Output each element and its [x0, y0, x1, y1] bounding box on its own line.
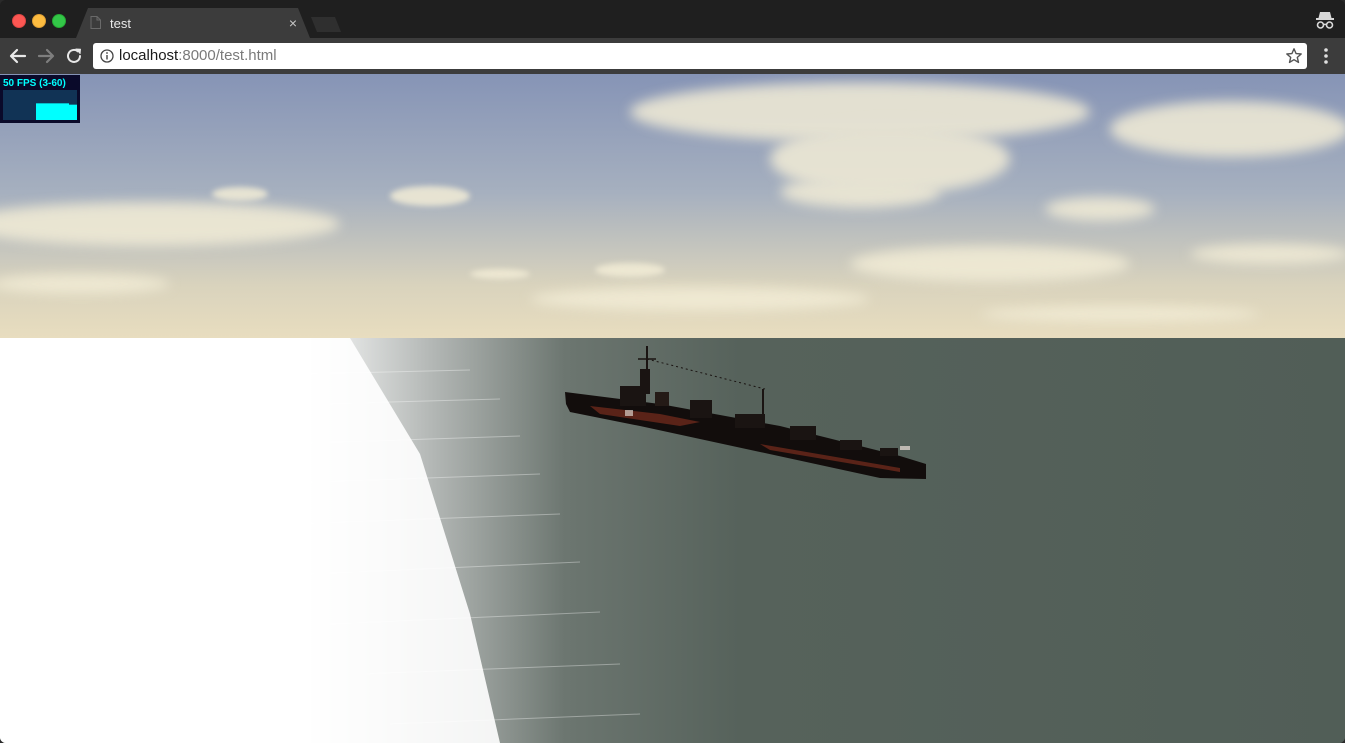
fps-graph-bar	[55, 103, 56, 120]
fps-graph-bar	[44, 103, 45, 120]
info-icon[interactable]	[100, 49, 114, 63]
fps-graph-bar	[45, 103, 46, 120]
fps-graph-bar	[70, 104, 71, 120]
browser-toolbar: localhost:8000/test.html	[0, 38, 1345, 74]
fps-graph-bar	[51, 103, 52, 120]
fps-graph-bar	[69, 104, 70, 120]
fps-graph-bar	[52, 103, 53, 120]
url-host: localhost	[119, 47, 179, 64]
tab-close-button[interactable]: ×	[284, 14, 302, 32]
new-tab-button[interactable]	[311, 17, 341, 32]
fps-graph-bar	[67, 103, 68, 120]
fps-graph-bar	[37, 103, 38, 120]
fps-graph-bar	[71, 104, 72, 120]
tab-test[interactable]: test ×	[76, 8, 310, 38]
fps-graph-bar	[62, 103, 63, 120]
fps-graph-bar	[64, 103, 65, 120]
fps-stats-panel[interactable]: 50 FPS (3-60)	[0, 75, 80, 123]
url-text[interactable]: localhost:8000/test.html	[119, 47, 277, 64]
back-button[interactable]	[6, 44, 30, 68]
fps-graph-bar	[65, 103, 66, 120]
fps-graph-bar	[42, 103, 43, 120]
fps-graph-bar	[66, 103, 67, 120]
kebab-menu-icon[interactable]	[1318, 46, 1334, 66]
fps-graph-bar	[53, 103, 54, 120]
fps-graph-bar	[76, 104, 77, 120]
window-maximize-button[interactable]	[52, 14, 66, 28]
forward-button[interactable]	[34, 44, 58, 68]
fps-graph-bar	[63, 103, 64, 120]
address-bar[interactable]: localhost:8000/test.html	[93, 43, 1307, 69]
fps-graph-bar	[54, 103, 55, 120]
url-path: :8000/test.html	[178, 47, 277, 64]
fps-graph-bar	[58, 103, 59, 120]
fps-graph-bar	[73, 104, 74, 120]
fps-graph-bars	[36, 103, 77, 120]
tab-strip: test ×	[0, 0, 1345, 38]
ocean-scene-canvas[interactable]	[0, 74, 1345, 743]
arrow-left-icon	[9, 48, 27, 64]
fps-graph-bar	[49, 103, 50, 120]
fps-graph-bar	[41, 103, 42, 120]
fps-graph-bar	[48, 103, 49, 120]
window-close-button[interactable]	[12, 14, 26, 28]
fps-graph-bar	[72, 104, 73, 120]
fps-graph	[3, 90, 77, 120]
reload-button[interactable]	[62, 44, 86, 68]
fps-graph-bar	[74, 104, 75, 120]
star-icon[interactable]	[1285, 47, 1303, 65]
fps-graph-bar	[61, 103, 62, 120]
page-viewport[interactable]: 50 FPS (3-60)	[0, 74, 1345, 743]
fps-graph-bar	[40, 103, 41, 120]
fps-graph-bar	[59, 103, 60, 120]
fps-graph-bar	[50, 103, 51, 120]
fps-graph-bar	[60, 103, 61, 120]
fps-graph-bar	[68, 103, 69, 120]
window-minimize-button[interactable]	[32, 14, 46, 28]
fps-label: 50 FPS (3-60)	[3, 78, 66, 89]
fps-graph-bar	[75, 104, 76, 120]
fps-graph-bar	[57, 103, 58, 120]
document-icon	[90, 16, 101, 29]
incognito-icon	[1316, 12, 1334, 29]
fps-graph-bar	[38, 103, 39, 120]
fps-graph-bar	[47, 103, 48, 120]
fps-graph-bar	[56, 103, 57, 120]
browser-window: test × localhost:8000/test.html 50 FPS (…	[0, 0, 1345, 743]
fps-graph-bar	[46, 103, 47, 120]
fps-graph-bar	[36, 103, 37, 120]
arrow-right-icon	[37, 48, 55, 64]
reload-icon	[67, 48, 81, 63]
fps-graph-bar	[43, 103, 44, 120]
tab-title: test	[110, 16, 131, 31]
fps-graph-bar	[39, 103, 40, 120]
